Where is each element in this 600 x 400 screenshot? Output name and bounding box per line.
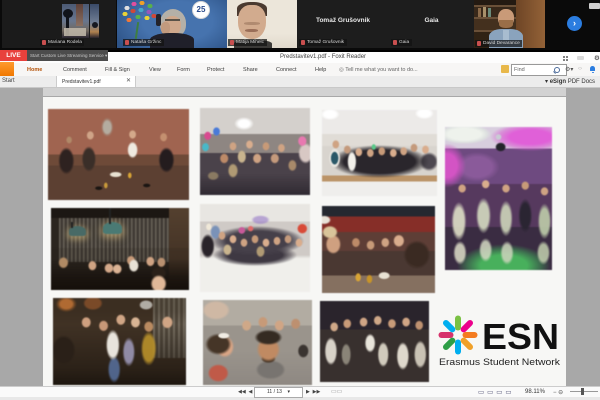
svg-text:ESN: ESN	[482, 316, 559, 357]
svg-text:Erasmus Student Network: Erasmus Student Network	[439, 357, 560, 368]
